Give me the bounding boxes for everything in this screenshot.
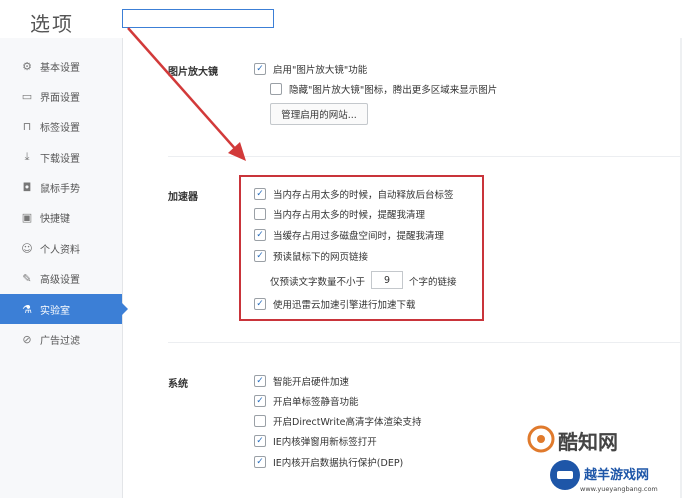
watermark-text: 越羊游戏网 bbox=[584, 468, 650, 483]
watermark-logo-icon bbox=[550, 460, 580, 490]
watermark-text: 酷知网 bbox=[558, 430, 618, 454]
watermark: 酷知网 越羊游戏网 www.yueyangbang.com bbox=[520, 422, 680, 498]
watermark-logo-icon bbox=[527, 425, 555, 453]
watermark-url: www.yueyangbang.com bbox=[580, 485, 658, 493]
